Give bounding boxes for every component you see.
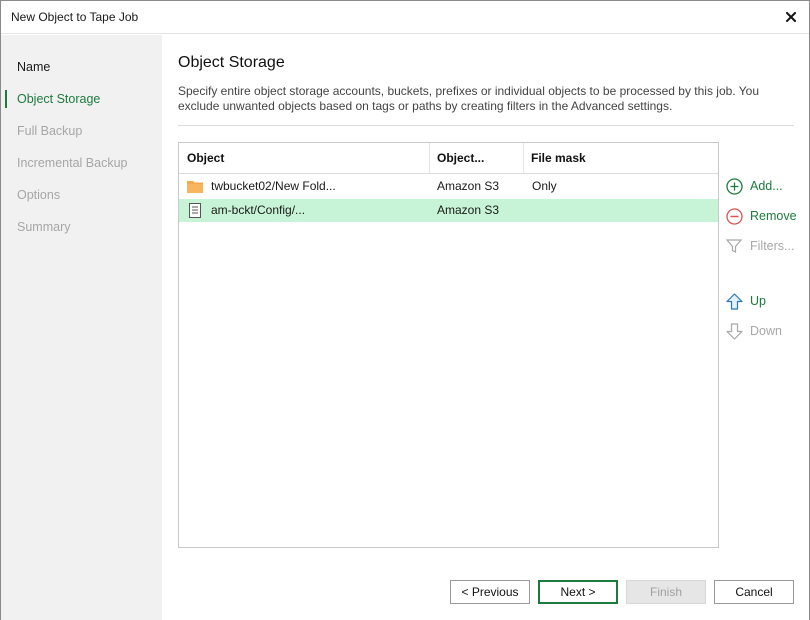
cell-object: am-bckt/Config/...: [211, 203, 306, 217]
step-label: Full Backup: [17, 124, 83, 138]
step-object-storage[interactable]: Object Storage: [1, 87, 162, 111]
cell-object-type: Amazon S3: [437, 203, 500, 217]
add-circle-icon: [725, 177, 743, 195]
step-label: Summary: [17, 220, 71, 234]
cell-object: twbucket02/New Fold...: [211, 179, 336, 193]
add-button[interactable]: Add...: [725, 175, 805, 197]
column-header-object-type[interactable]: Object...: [437, 151, 484, 165]
column-separator[interactable]: [429, 143, 430, 173]
up-button[interactable]: Up: [725, 290, 805, 312]
previous-button[interactable]: < Previous: [450, 580, 530, 604]
next-button[interactable]: Next >: [538, 580, 618, 604]
active-step-marker: [5, 90, 7, 108]
step-label: Options: [17, 188, 61, 202]
filter-icon: [725, 237, 743, 255]
window-title: New Object to Tape Job: [11, 10, 139, 24]
close-icon: [786, 12, 796, 22]
table-header: Object Object... File mask: [179, 143, 718, 174]
document-icon: [189, 203, 201, 218]
arrow-up-icon: [725, 292, 743, 310]
cancel-button[interactable]: Cancel: [714, 580, 794, 604]
filters-label: Filters...: [750, 239, 795, 253]
step-options: Options: [1, 183, 162, 207]
up-label: Up: [750, 294, 766, 308]
header-divider: [178, 125, 794, 126]
cell-file-mask: Only: [532, 179, 557, 193]
remove-circle-icon: [725, 207, 743, 225]
objects-table[interactable]: Object Object... File mask twbucket02/Ne…: [178, 142, 719, 548]
step-full-backup: Full Backup: [1, 119, 162, 143]
table-row-selected[interactable]: am-bckt/Config/... Amazon S3: [179, 199, 718, 222]
page-description: Specify entire object storage accounts, …: [178, 84, 760, 113]
step-incremental-backup: Incremental Backup: [1, 151, 162, 175]
column-separator[interactable]: [523, 143, 524, 173]
wizard-window: New Object to Tape Job Name Object Stora…: [0, 0, 810, 620]
column-header-object[interactable]: Object: [187, 151, 224, 165]
title-bar: New Object to Tape Job: [1, 1, 809, 34]
filters-button[interactable]: Filters...: [725, 235, 805, 257]
down-label: Down: [750, 324, 782, 338]
remove-button[interactable]: Remove: [725, 205, 805, 227]
table-row[interactable]: twbucket02/New Fold... Amazon S3 Only: [179, 175, 718, 198]
add-label: Add...: [750, 179, 783, 193]
step-summary: Summary: [1, 215, 162, 239]
column-header-file-mask[interactable]: File mask: [531, 151, 586, 165]
close-button[interactable]: [779, 5, 803, 29]
remove-label: Remove: [750, 209, 797, 223]
arrow-down-icon: [725, 322, 743, 340]
step-name[interactable]: Name: [1, 55, 162, 79]
step-label: Name: [17, 60, 51, 74]
cell-object-type: Amazon S3: [437, 179, 500, 193]
page-title: Object Storage: [178, 54, 285, 71]
step-label: Object Storage: [17, 92, 101, 106]
step-label: Incremental Backup: [17, 156, 128, 170]
folder-icon: [187, 181, 203, 193]
main-content: Object Storage Specify entire object sto…: [162, 35, 809, 620]
down-button[interactable]: Down: [725, 320, 805, 342]
finish-button[interactable]: Finish: [626, 580, 706, 604]
wizard-steps-sidebar: Name Object Storage Full Backup Incremen…: [1, 35, 162, 620]
